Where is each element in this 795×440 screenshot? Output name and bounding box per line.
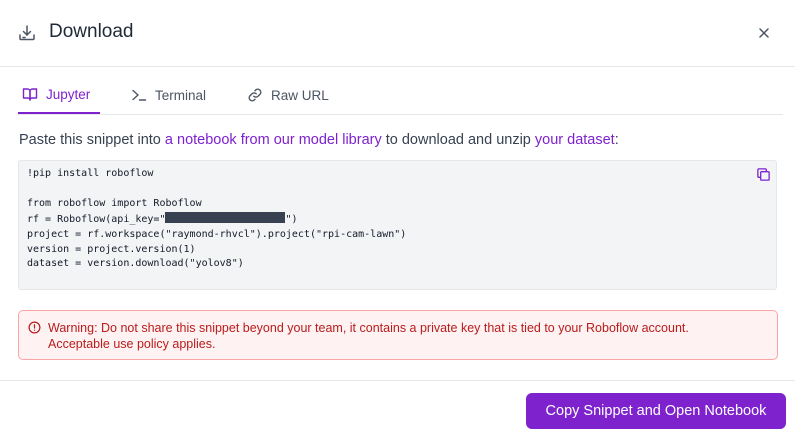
code-snippet[interactable]: !pip install roboflow from roboflow impo… bbox=[18, 160, 777, 290]
code-line: ") bbox=[285, 213, 298, 225]
tab-raw-url[interactable]: Raw URL bbox=[247, 76, 342, 114]
tab-jupyter[interactable]: Jupyter bbox=[18, 76, 100, 114]
copy-snippet-open-notebook-button[interactable]: Copy Snippet and Open Notebook bbox=[526, 393, 786, 429]
warning-message: Warning: Do not share this snippet beyon… bbox=[48, 320, 689, 352]
redacted-api-key bbox=[165, 211, 286, 223]
model-library-link[interactable]: a notebook from our model library bbox=[165, 132, 382, 148]
tab-terminal[interactable]: Terminal bbox=[131, 76, 226, 114]
warning-line: Acceptable use policy applies. bbox=[48, 337, 216, 351]
tab-bar: Jupyter Terminal Raw URL bbox=[18, 76, 783, 115]
warning-banner: Warning: Do not share this snippet beyon… bbox=[18, 310, 778, 360]
tab-raw-url-label: Raw URL bbox=[271, 87, 329, 103]
alert-circle-icon bbox=[28, 321, 41, 334]
code-block: !pip install roboflow from roboflow impo… bbox=[27, 167, 768, 272]
close-icon[interactable] bbox=[754, 23, 774, 43]
dataset-link[interactable]: your dataset bbox=[535, 132, 615, 148]
download-icon bbox=[19, 25, 35, 41]
terminal-icon bbox=[132, 89, 147, 101]
dialog-title: Download bbox=[49, 21, 134, 42]
code-line: project = rf.workspace("raymond-rhvcl").… bbox=[27, 228, 407, 240]
book-icon bbox=[22, 88, 38, 101]
instructions-text: Paste this snippet into a notebook from … bbox=[19, 130, 779, 150]
warning-line: Warning: Do not share this snippet beyon… bbox=[48, 321, 689, 335]
code-line: rf = Roboflow(api_key=" bbox=[27, 213, 166, 225]
tab-terminal-label: Terminal bbox=[155, 87, 207, 103]
code-line: from roboflow import Roboflow bbox=[27, 197, 202, 209]
instructions-suffix: : bbox=[614, 132, 619, 148]
dialog-header: Download bbox=[0, 0, 795, 67]
instructions-prefix: Paste this snippet into bbox=[19, 132, 165, 148]
link-icon bbox=[248, 88, 262, 102]
code-line: version = project.version(1) bbox=[27, 243, 196, 255]
instructions-middle: to download and unzip bbox=[381, 132, 535, 148]
code-line: !pip install roboflow bbox=[27, 168, 154, 179]
tab-jupyter-label: Jupyter bbox=[46, 86, 91, 102]
copy-icon[interactable] bbox=[756, 167, 771, 182]
code-line: dataset = version.download("yolov8") bbox=[27, 258, 244, 270]
